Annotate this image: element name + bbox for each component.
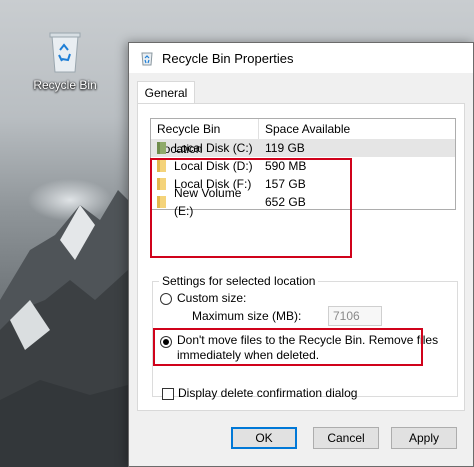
- location-name: New Volume (E:): [174, 186, 242, 218]
- list-item[interactable]: New Volume (E:) 652 GB: [151, 186, 455, 218]
- folder-icon: [157, 196, 166, 208]
- recycle-bin-icon: [141, 52, 153, 66]
- apply-button[interactable]: Apply: [391, 427, 457, 449]
- desktop-icon-label: Recycle Bin: [33, 78, 97, 92]
- custom-size-radio[interactable]: [160, 293, 172, 305]
- radio-selected-dot: [163, 339, 169, 345]
- general-panel: Recycle Bin Location Space Available Loc…: [137, 103, 465, 411]
- dont-move-label-line2[interactable]: immediately when deleted.: [177, 348, 319, 362]
- desktop-recycle-bin[interactable]: Recycle Bin: [22, 30, 108, 92]
- location-name: Local Disk (C:): [174, 141, 253, 155]
- tab-general[interactable]: General: [137, 81, 195, 104]
- location-list[interactable]: Recycle Bin Location Space Available Loc…: [150, 118, 456, 218]
- list-header: Recycle Bin Location Space Available: [151, 119, 455, 156]
- folder-icon: [157, 178, 166, 190]
- location-name: Local Disk (D:): [174, 159, 253, 173]
- max-size-label: Maximum size (MB):: [192, 309, 302, 323]
- ok-button[interactable]: OK: [231, 427, 297, 449]
- drive-folder-icon: [157, 142, 166, 154]
- space-available: 590 MB: [265, 159, 307, 173]
- column-header-space[interactable]: Space Available: [259, 119, 350, 139]
- settings-group-label: Settings for selected location: [159, 274, 319, 288]
- space-available: 119 GB: [265, 141, 305, 155]
- cancel-button[interactable]: Cancel: [313, 427, 379, 449]
- list-item[interactable]: Local Disk (C:) 119 GB: [151, 139, 455, 157]
- dont-move-label-line1[interactable]: Don't move files to the Recycle Bin. Rem…: [177, 333, 438, 347]
- recycle-bin-icon: [48, 30, 82, 74]
- title-bar[interactable]: Recycle Bin Properties: [129, 43, 473, 73]
- folder-icon: [157, 160, 166, 172]
- recycle-bin-properties-dialog: Recycle Bin Properties General Recycle B…: [128, 42, 474, 467]
- max-size-input[interactable]: 7106: [328, 306, 382, 326]
- list-item[interactable]: Local Disk (D:) 590 MB: [151, 157, 455, 175]
- delete-confirmation-checkbox[interactable]: [162, 388, 174, 400]
- space-available: 652 GB: [265, 195, 306, 209]
- dont-move-radio[interactable]: [160, 336, 172, 348]
- delete-confirmation-label[interactable]: Display delete confirmation dialog: [178, 386, 357, 400]
- custom-size-label[interactable]: Custom size:: [177, 291, 246, 305]
- dialog-title: Recycle Bin Properties: [162, 50, 294, 66]
- space-available: 157 GB: [265, 177, 306, 191]
- column-header-location[interactable]: Recycle Bin Location: [151, 119, 259, 156]
